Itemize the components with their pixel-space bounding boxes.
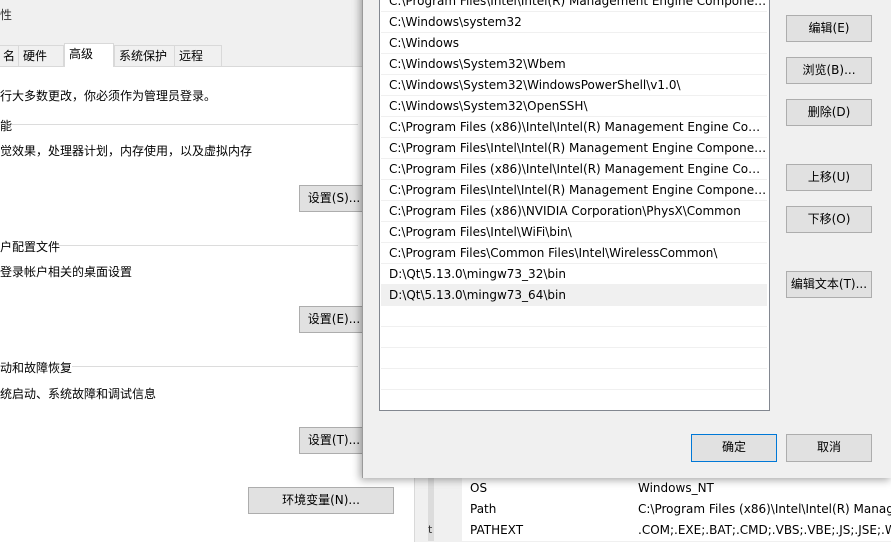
variable-value: .COM;.EXE;.BAT;.CMD;.VBS;.VBE;.JS;.JSE;.… [638, 523, 891, 537]
user-profiles-heading: 户配置文件 [0, 240, 61, 254]
performance-heading: 能 [0, 119, 13, 133]
user-profiles-settings-button[interactable]: 设置(E)... [299, 306, 369, 333]
path-list-item[interactable]: C:\Program Files\Intel\WiFi\bin\ [381, 222, 767, 243]
path-list-item[interactable]: C:\Windows\System32\WindowsPowerShell\v1… [381, 75, 767, 96]
table-row[interactable]: Path C:\Program Files (x86)\Intel\Intel(… [462, 499, 891, 520]
startup-recovery-settings-button[interactable]: 设置(T)... [299, 427, 369, 454]
cancel-button[interactable]: 取消 [786, 434, 872, 462]
path-entries-list[interactable]: C:\Program Files\Intel\Intel(R) Manageme… [379, 0, 770, 411]
path-list-item[interactable]: C:\Program Files\Intel\Intel(R) Manageme… [381, 138, 767, 159]
table-row[interactable]: PATHEXT .COM;.EXE;.BAT;.CMD;.VBS;.VBE;.J… [462, 520, 891, 541]
path-list-item[interactable]: C:\Program Files (x86)\NVIDIA Corporatio… [381, 201, 767, 222]
tab-system-protection[interactable]: 系统保护 [114, 45, 176, 66]
empty-list-row[interactable] [381, 327, 767, 348]
empty-list-row[interactable] [381, 306, 767, 327]
edit-environment-variable-dialog: C:\Program Files\Intel\Intel(R) Manageme… [362, 0, 891, 478]
browse-button[interactable]: 浏览(B)... [786, 57, 872, 84]
move-up-button[interactable]: 上移(U) [786, 164, 872, 191]
path-list-item[interactable]: D:\Qt\5.13.0\mingw73_64\bin [381, 285, 767, 306]
path-list-item[interactable]: C:\Program Files\Intel\Intel(R) Manageme… [381, 0, 767, 12]
tab-remote[interactable]: 远程 [174, 45, 222, 66]
ok-button[interactable]: 确定 [691, 434, 777, 462]
path-list-item[interactable]: C:\Program Files\Common Files\Intel\Wire… [381, 243, 767, 264]
path-list-item[interactable]: C:\Program Files (x86)\Intel\Intel(R) Ma… [381, 159, 767, 180]
tab-computer-name[interactable]: 名 [0, 45, 20, 66]
tab-advanced[interactable]: 高级 [64, 43, 114, 67]
performance-description: 觉效果，处理器计划，内存使用，以及虚拟内存 [0, 144, 253, 158]
path-list-item[interactable]: C:\Windows [381, 33, 767, 54]
left-fragment-text: t [428, 523, 433, 536]
tab-hardware[interactable]: 硬件 [18, 45, 64, 66]
variable-value: C:\Program Files (x86)\Intel\Intel(R) Ma… [638, 502, 891, 516]
empty-list-row[interactable] [381, 390, 767, 410]
system-properties-window: 性 名 硬件 高级 系统保护 远程 行大多数更改，你必须作为管理员登录。 能 觉… [0, 0, 420, 542]
startup-recovery-description: 统启动、系统故障和调试信息 [0, 387, 157, 401]
tab-strip: 名 硬件 高级 系统保护 远程 [0, 43, 420, 67]
empty-list-row[interactable] [381, 348, 767, 369]
user-profiles-description: 登录帐户相关的桌面设置 [0, 265, 133, 279]
path-list-item[interactable]: C:\Program Files\Intel\Intel(R) Manageme… [381, 180, 767, 201]
advanced-tab-panel: 行大多数更改，你必须作为管理员登录。 能 觉效果，处理器计划，内存使用，以及虚拟… [0, 66, 415, 542]
path-list-item[interactable]: C:\Windows\System32\Wbem [381, 54, 767, 75]
performance-settings-button[interactable]: 设置(S)... [299, 185, 369, 212]
delete-button[interactable]: 删除(D) [786, 99, 872, 126]
variable-name: OS [470, 481, 488, 495]
table-row[interactable]: OS Windows_NT [462, 478, 891, 499]
group-divider [72, 366, 358, 367]
admin-note: 行大多数更改，你必须作为管理员登录。 [0, 89, 217, 103]
edit-text-button[interactable]: 编辑文本(T)... [786, 271, 872, 298]
startup-recovery-heading: 动和故障恢复 [0, 361, 73, 375]
move-down-button[interactable]: 下移(O) [786, 206, 872, 233]
path-list-item[interactable]: C:\Program Files (x86)\Intel\Intel(R) Ma… [381, 117, 767, 138]
empty-list-row[interactable] [381, 369, 767, 390]
group-divider [12, 124, 358, 125]
path-list-item[interactable]: C:\Windows\system32 [381, 12, 767, 33]
path-list-item[interactable]: D:\Qt\5.13.0\mingw73_32\bin [381, 264, 767, 285]
window-title: 性 [0, 8, 13, 22]
variable-name: PATHEXT [470, 523, 524, 537]
system-variables-table[interactable]: OS Windows_NT Path C:\Program Files (x86… [462, 478, 891, 541]
variable-name: Path [470, 502, 497, 516]
group-divider [58, 245, 358, 246]
edit-button[interactable]: 编辑(E) [786, 15, 872, 42]
path-list-item[interactable]: C:\Windows\System32\OpenSSH\ [381, 96, 767, 117]
variable-value: Windows_NT [638, 481, 714, 495]
environment-variables-button[interactable]: 环境变量(N)... [248, 487, 394, 514]
